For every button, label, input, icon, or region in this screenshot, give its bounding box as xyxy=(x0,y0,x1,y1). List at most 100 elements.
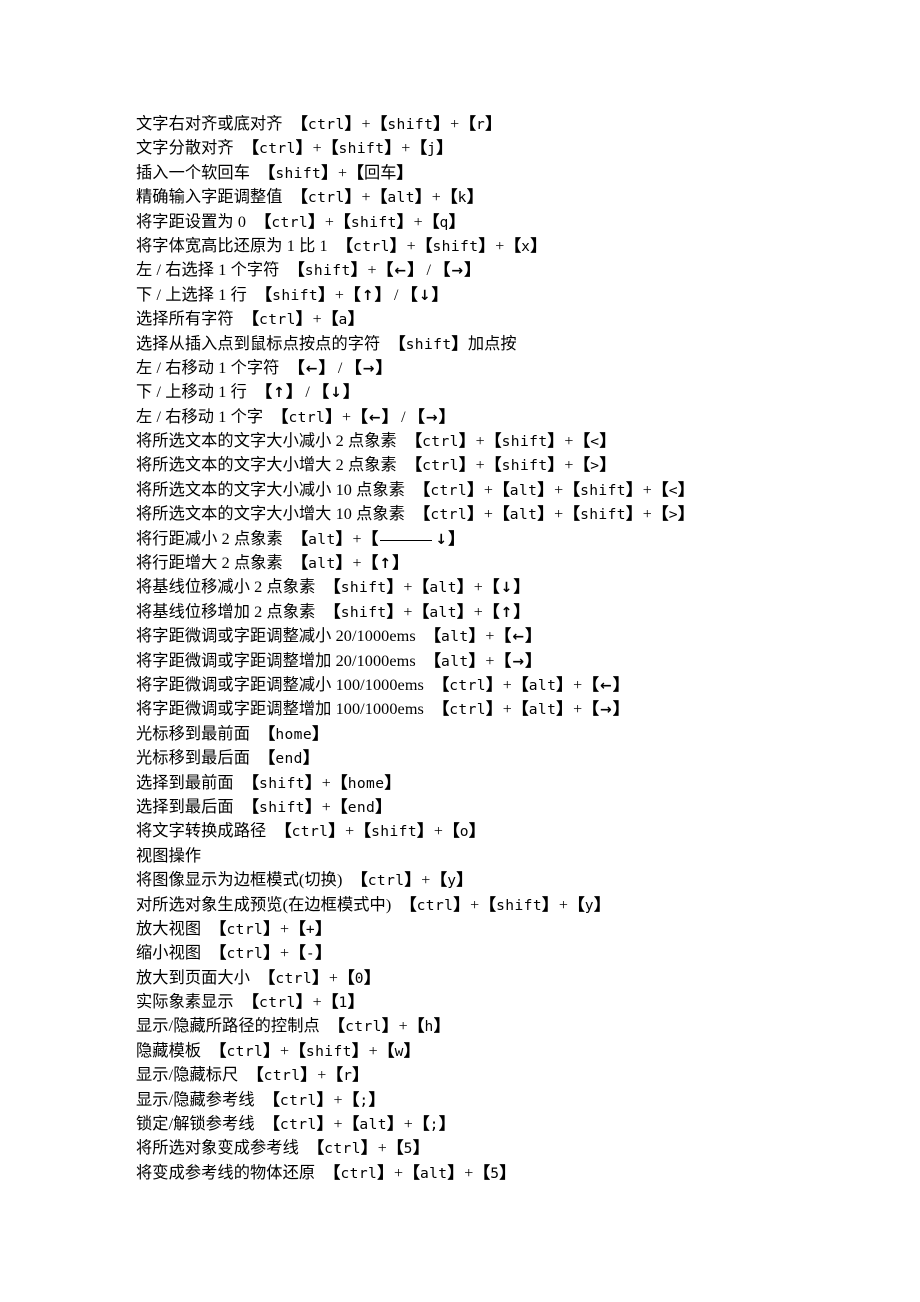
shortcut-description-run: 将所选文本的文字大小减小 xyxy=(136,431,332,451)
shortcut-description-run: 插入一个软回车 xyxy=(136,162,251,182)
plus-separator: + xyxy=(280,1042,290,1060)
shortcut-description: 将所选对象变成参考线 xyxy=(136,1138,299,1157)
bracket-close: 】 xyxy=(300,1065,317,1085)
plus-separator: + xyxy=(470,896,480,914)
plus-separator: + xyxy=(334,286,345,304)
shortcut-line: 将图像显示为边框模式(切换) 【ctrl】+【y】 xyxy=(136,868,836,892)
key-label: shift xyxy=(338,140,385,158)
plus-separator: + xyxy=(338,164,348,182)
key-label: y xyxy=(584,896,594,914)
shortcut-description-run: 点象素 xyxy=(356,504,406,524)
plus-separator: + xyxy=(473,603,483,621)
shortcut-line: 将文字转换成路径 【ctrl】+【shift】+【o】 xyxy=(136,819,836,843)
key-token: 【shift】 xyxy=(256,285,335,304)
shortcut-description-run: 隐藏所路径的控制点 xyxy=(173,1016,320,1036)
shortcut-key-combo: 【alt】+【↑】 xyxy=(292,553,409,573)
shortcut-description-run: 1 xyxy=(214,261,231,280)
bracket-open: 【 xyxy=(413,1114,430,1134)
bracket-open: 【 xyxy=(210,1040,227,1060)
bracket-close: 】 xyxy=(386,1114,404,1134)
bracket-close: 】 xyxy=(599,431,616,451)
shortcut-key-combo: 【ctrl】+【alt】+【→】 xyxy=(432,699,629,719)
bracket-open: 【 xyxy=(242,796,260,816)
key-token: 【r】 xyxy=(327,1065,369,1085)
key-token: 【shift】 xyxy=(355,821,434,840)
bracket-close: 】 xyxy=(464,260,481,280)
shortcut-description: 将基线位移增加 2 点象素 xyxy=(136,602,315,621)
bracket-open: 【 xyxy=(275,821,292,841)
bracket-close: 】 xyxy=(304,772,322,792)
shortcut-description: 显示/隐藏标尺 xyxy=(136,1065,238,1084)
shortcut-description: 光标移到最后面 xyxy=(136,748,250,767)
key-token: 【shift】 xyxy=(335,212,414,231)
key-label: ctrl xyxy=(345,1018,382,1036)
key-label: alt xyxy=(429,579,457,597)
bracket-close: 】 xyxy=(360,1138,378,1158)
bracket-open: 【 xyxy=(512,674,529,694)
plus-separator: + xyxy=(485,628,495,646)
key-token: 【shift】 xyxy=(485,431,564,450)
shortcut-description: 选择从插入点到鼠标点按点的字符 xyxy=(136,334,380,353)
key-label: w xyxy=(394,1042,404,1060)
plus-separator: + xyxy=(312,311,322,329)
key-token: 【r】 xyxy=(460,114,502,133)
shortcut-description: 下 / 上选择 1 行 xyxy=(136,285,247,304)
bracket-open: 【 xyxy=(568,894,585,914)
key-label: ctrl xyxy=(307,116,345,133)
key-token: 【↑】 xyxy=(345,285,391,304)
key-label: r xyxy=(343,1067,353,1085)
shortcut-key-combo: 【←】 / 【→】 xyxy=(288,358,391,377)
shortcut-line: 将所选文本的文字大小减小 10 点象素 【ctrl】+【alt】+【shift】+… xyxy=(136,478,836,502)
key-label: ctrl xyxy=(275,969,313,987)
shortcut-key-combo: 【ctrl】+【shift】+【o】 xyxy=(275,821,485,841)
key-token: 【o】 xyxy=(443,821,485,840)
bracket-open: 【 xyxy=(322,138,339,158)
key-token: 【shift】 xyxy=(564,504,643,523)
plus-separator: + xyxy=(398,1018,408,1036)
key-token: 【ctrl】 xyxy=(243,992,312,1011)
shortcut-key-combo: 【shift】+【↑】 / 【↓】 xyxy=(256,285,448,304)
plus-separator: + xyxy=(483,506,493,524)
bracket-close: 】 xyxy=(453,894,470,914)
shortcut-description: 选择所有字符 xyxy=(136,309,234,328)
key-label: k xyxy=(457,189,467,207)
shortcut-key-combo: 【ctrl】+【0】 xyxy=(259,968,380,987)
bracket-close: 】 xyxy=(350,260,367,280)
shortcut-description-run: 下 xyxy=(136,382,153,402)
bracket-open: 【 xyxy=(483,577,500,597)
key-label: alt xyxy=(419,1164,448,1182)
key-token: 【ctrl】 xyxy=(243,138,312,157)
shortcut-description-run: / xyxy=(152,261,166,280)
key-label: ctrl xyxy=(430,506,468,524)
plus-separator: + xyxy=(352,555,362,573)
shortcut-description-run: 20/1000ems xyxy=(331,627,416,646)
plus-separator: + xyxy=(361,189,371,207)
bracket-open: 【 xyxy=(324,577,341,597)
bracket-close: 】 xyxy=(547,455,564,475)
key-label: 5 xyxy=(403,1140,413,1158)
plus-separator: + xyxy=(403,579,413,597)
arrow-key-glyph: ← xyxy=(512,629,525,646)
arrow-key-glyph: → xyxy=(451,263,464,280)
shortcut-description-run: 点象素 xyxy=(347,455,397,475)
shortcut-key-combo: 【alt】+【→】 xyxy=(425,651,542,670)
plus-separator: + xyxy=(321,798,331,816)
bracket-close: 】 xyxy=(384,772,401,792)
key-label: q xyxy=(439,213,449,231)
bracket-close: 】 xyxy=(467,479,484,499)
bracket-open: 【 xyxy=(432,699,450,719)
key-token: 【alt】 xyxy=(404,1163,464,1182)
bracket-open: 【 xyxy=(413,601,430,621)
bracket-open: 【 xyxy=(331,796,348,816)
key-token: 【ctrl】 xyxy=(259,968,328,987)
key-label: shift xyxy=(405,335,452,353)
shortcut-description-run: 放大到页面大小 xyxy=(136,967,251,987)
shortcut-key-combo: 【ctrl】+【r】 xyxy=(247,1065,369,1085)
bracket-close: 】 xyxy=(414,187,432,207)
bracket-close: 】 xyxy=(295,309,313,329)
shortcut-line: 将变成参考线的物体还原 【ctrl】+【alt】+【5】 xyxy=(136,1161,836,1185)
shortcut-key-combo: 【ctrl】+【alt】+【5】 xyxy=(324,1163,516,1182)
bracket-open: 【 xyxy=(434,260,451,280)
shortcut-description-run: 比 xyxy=(299,235,316,255)
shortcut-description-run: 在边框模式中 xyxy=(288,894,386,914)
